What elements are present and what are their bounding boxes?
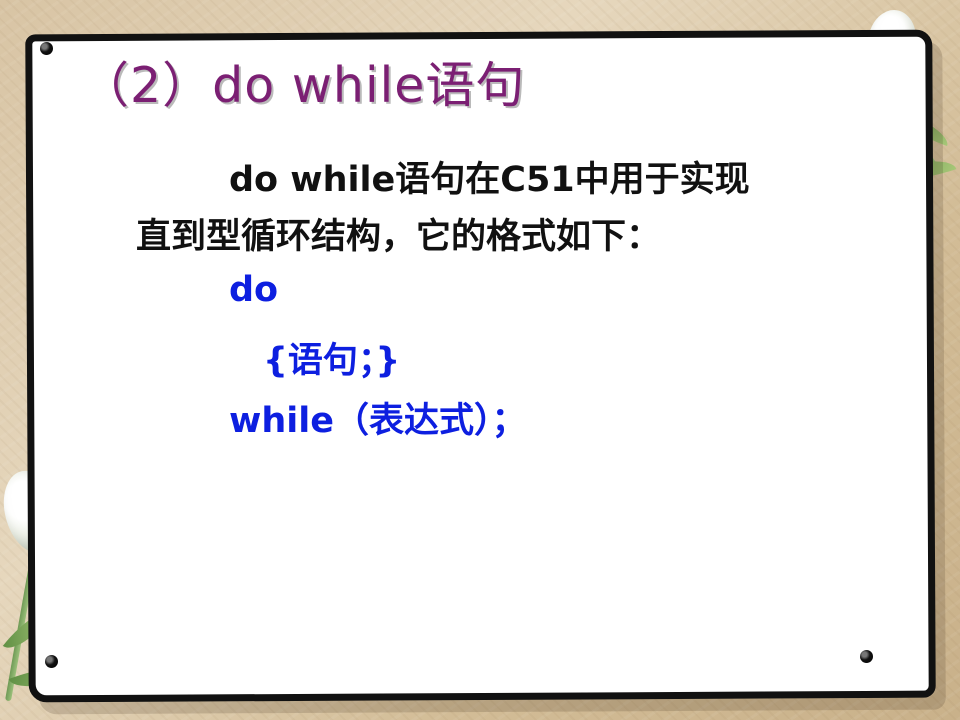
description-paragraph: do while语句在C51中用于实现 直到型循环结构，它的格式如下： — [136, 152, 846, 266]
slide-title: （2）do while语句 — [80, 57, 526, 114]
code-line-3: while（表达式）； — [229, 401, 527, 441]
code-line-2: {语句；} — [263, 341, 401, 381]
description-line-1: do while语句在C51中用于实现 — [229, 160, 750, 200]
description-line-2: 直到型循环结构，它的格式如下： — [136, 217, 662, 257]
slide-content: （2）do while语句 do while语句在C51中用于实现 直到型循环结… — [0, 0, 960, 720]
code-line-1: do — [229, 270, 279, 310]
